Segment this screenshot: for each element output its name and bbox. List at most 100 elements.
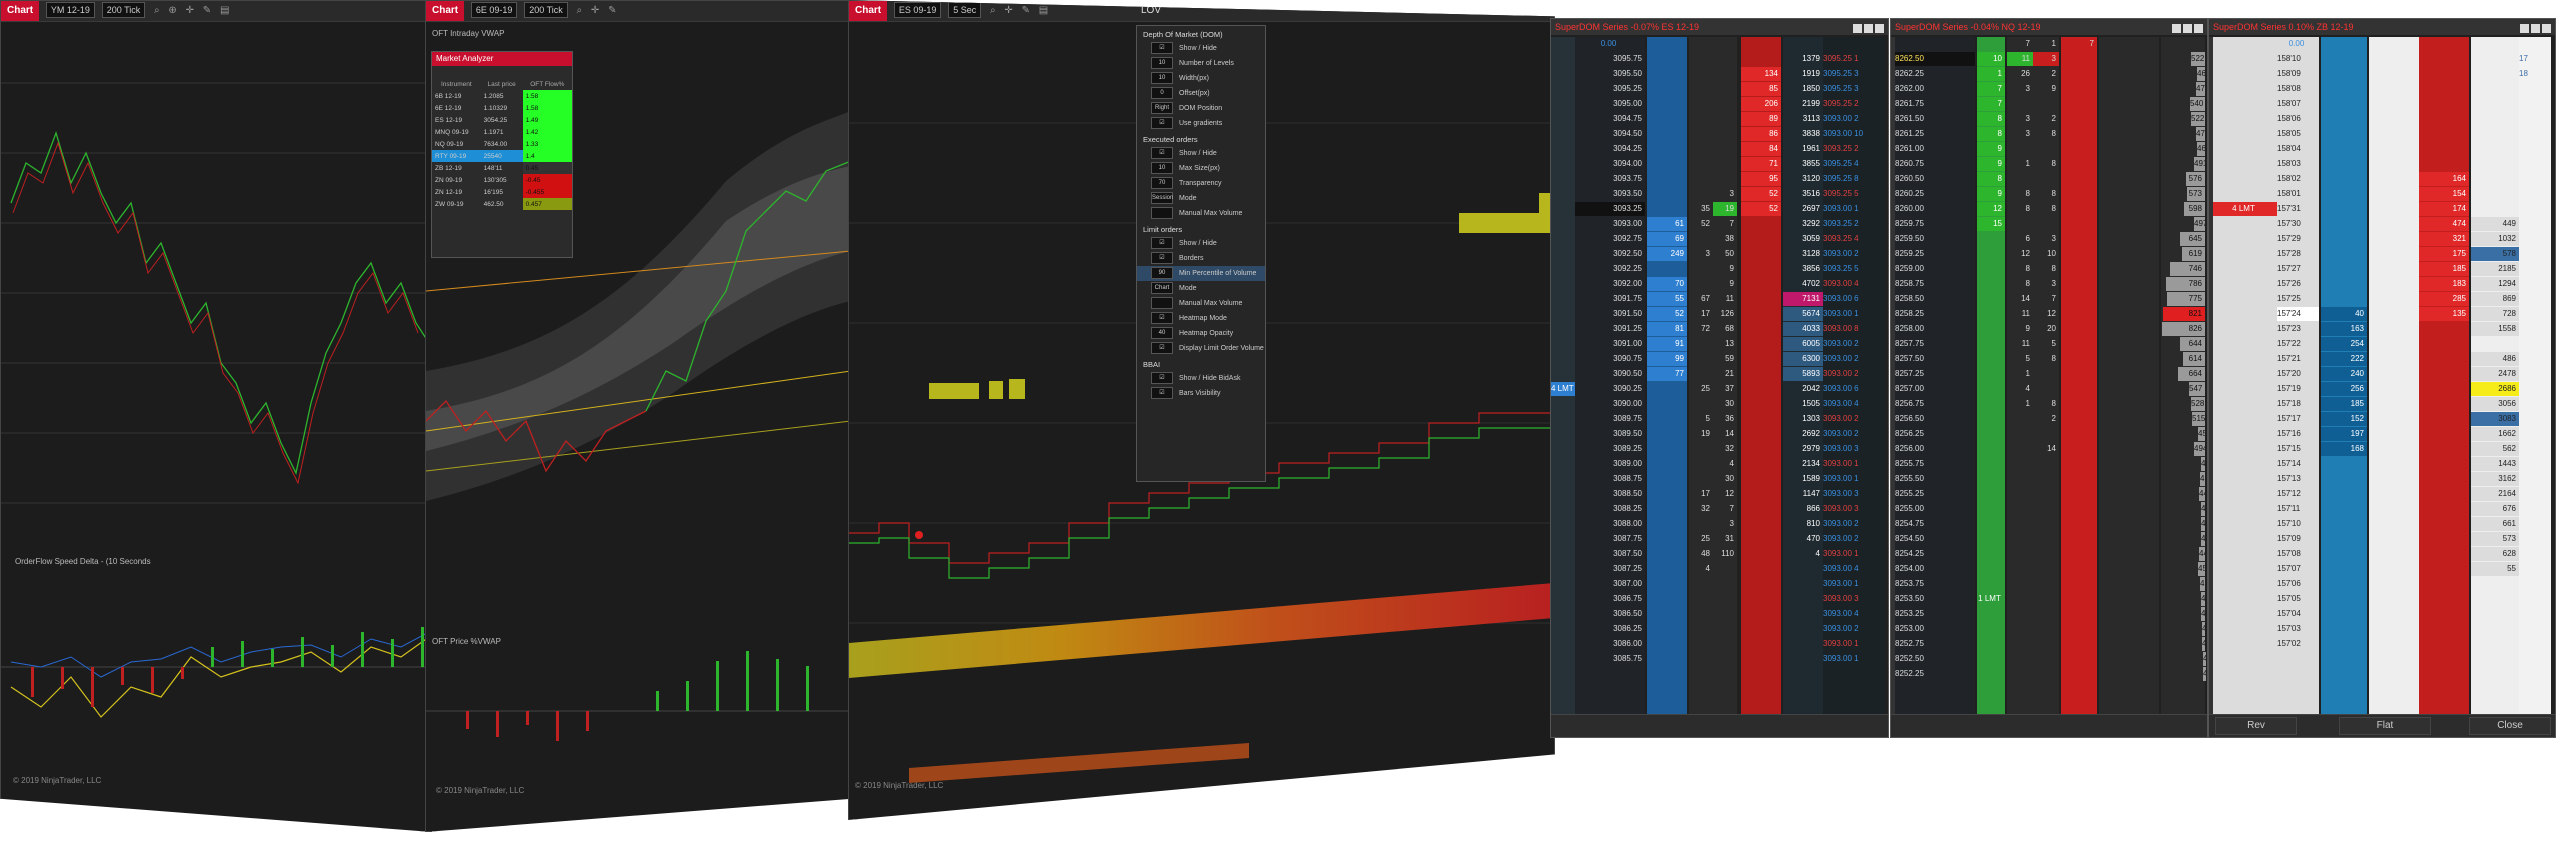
bid-cell[interactable]: 9 — [1977, 187, 2005, 201]
volume-cell[interactable]: 126 — [1713, 307, 1737, 321]
volume-cell[interactable]: 628 — [2471, 547, 2519, 561]
price-cell[interactable]: 157'09 — [2277, 532, 2319, 546]
chart-tag-2[interactable]: Chart — [426, 1, 465, 21]
ask-volume-cell[interactable]: 2134 — [1783, 457, 1823, 471]
close-position-button[interactable]: Close — [2469, 717, 2551, 735]
properties-row[interactable]: Right DOM Position — [1137, 101, 1265, 116]
ask-volume-cell[interactable]: 6005 — [1783, 337, 1823, 351]
last-trade-cell[interactable]: 3093.00 2 — [1823, 367, 1885, 381]
ask-cell[interactable]: 135 — [2419, 307, 2469, 321]
top-value[interactable]: 7 — [2007, 37, 2033, 51]
bid-cell[interactable]: 249 — [1647, 247, 1687, 261]
price-cell[interactable]: 157'17 — [2277, 412, 2319, 426]
ask-volume-cell[interactable]: 2692 — [1783, 427, 1823, 441]
ask-cell[interactable]: 175 — [2419, 247, 2469, 261]
price-cell[interactable]: 3093.25 — [1575, 202, 1645, 216]
volume-cell[interactable]: 8 — [2033, 397, 2059, 411]
volume-cell[interactable]: 11 — [2007, 337, 2033, 351]
volume-profile-cell[interactable]: 576 — [2186, 172, 2205, 186]
price-cell[interactable]: 8257.00 — [1895, 382, 1975, 396]
volume-cell[interactable]: 1 — [2007, 157, 2033, 171]
property-value-input[interactable]: ☑ — [1151, 147, 1173, 160]
last-trade-cell[interactable]: 3095.25 3 — [1823, 82, 1885, 96]
volume-cell[interactable]: 9 — [1713, 277, 1737, 291]
price-cell[interactable]: 8255.25 — [1895, 487, 1975, 501]
price-cell[interactable]: 8258.25 — [1895, 307, 1975, 321]
last-trade-cell[interactable]: 3093.00 2 — [1823, 427, 1885, 441]
volume-profile-cell[interactable]: 420 — [2201, 457, 2205, 471]
market-analyzer-row[interactable]: RTY 09-19 25540 1.4 — [432, 150, 572, 162]
col-last-price[interactable]: Last price — [481, 78, 523, 90]
price-cell[interactable]: 157'23 — [2277, 322, 2319, 336]
price-cell[interactable]: 3087.50 — [1575, 547, 1645, 561]
last-trade-cell[interactable]: 3093.00 4 — [1823, 397, 1885, 411]
price-cell[interactable]: 3093.50 — [1575, 187, 1645, 201]
property-value-input[interactable]: 70 — [1151, 177, 1173, 190]
last-trade-cell[interactable]: 3095.25 1 — [1823, 52, 1885, 66]
volume-cell[interactable]: 676 — [2471, 502, 2519, 516]
properties-row[interactable]: ☑ Display Limit Order Volume — [1137, 341, 1265, 356]
price-cell[interactable]: 3095.25 — [1575, 82, 1645, 96]
market-analyzer-row[interactable]: ZW 09-19 462.50 0.457 — [432, 198, 572, 210]
superdom-es[interactable]: SuperDOM Series -0.07% ES 12-19 4 LMT 0.0… — [1550, 18, 1889, 738]
superdom-ladder[interactable]: 4 LMT 0.00 3095.75 3095.50 3095.25 3095.00 309… — [1551, 37, 1888, 715]
property-value-input[interactable]: 40 — [1151, 327, 1173, 340]
property-value-input[interactable]: ☑ — [1151, 372, 1173, 385]
ask-volume-cell[interactable]: 3855 — [1783, 157, 1823, 171]
price-cell[interactable]: 8252.25 — [1895, 667, 1975, 681]
ask-volume-cell[interactable]: 3059 — [1783, 232, 1823, 246]
bid-cell[interactable]: 7 — [1977, 82, 2005, 96]
volume-cell[interactable]: 8 — [2007, 277, 2033, 291]
bid-cell[interactable]: 222 — [2321, 352, 2367, 366]
last-trade-cell[interactable]: 3093.00 4 — [1823, 277, 1885, 291]
ask-volume-cell[interactable]: 5674 — [1783, 307, 1823, 321]
last-trade-cell[interactable]: 3093.00 10 — [1823, 127, 1885, 141]
last-trade-cell[interactable]: 3093.25 2 — [1823, 217, 1885, 231]
properties-row[interactable]: ☑ Borders — [1137, 251, 1265, 266]
volume-cell[interactable]: 3056 — [2471, 397, 2519, 411]
volume-cell[interactable]: 2 — [2033, 67, 2059, 81]
volume-profile-cell[interactable]: 456 — [2198, 562, 2205, 576]
volume-cell[interactable]: 1558 — [2471, 322, 2519, 336]
crosshair-icon[interactable]: ✛ — [186, 1, 194, 21]
last-trade-cell[interactable]: 3093.00 4 — [1823, 607, 1885, 621]
price-cell[interactable]: 157'24 — [2277, 307, 2319, 321]
price-cell[interactable]: 8262.50 — [1895, 52, 1975, 66]
volume-cell[interactable]: 7 — [1713, 217, 1737, 231]
price-cell[interactable]: 8256.00 — [1895, 442, 1975, 456]
price-cell[interactable]: 8257.75 — [1895, 337, 1975, 351]
properties-row[interactable]: 10 Width(px) — [1137, 71, 1265, 86]
properties-row[interactable]: 70 Transparency — [1137, 176, 1265, 191]
price-cell[interactable]: 157'05 — [2277, 592, 2319, 606]
volume-profile-cell[interactable]: 515 — [2192, 412, 2205, 426]
volume-cell[interactable]: 8 — [2007, 187, 2033, 201]
price-cell[interactable]: 157'21 — [2277, 352, 2319, 366]
ask-volume-cell[interactable]: 3856 — [1783, 262, 1823, 276]
bid-cell[interactable]: 197 — [2321, 427, 2367, 441]
volume-cell[interactable]: 4 — [1689, 562, 1713, 576]
pnl-value[interactable]: 0.00 — [2277, 37, 2319, 51]
volume-cell[interactable]: 869 — [2471, 292, 2519, 306]
volume-profile-cell[interactable]: 491 — [2194, 157, 2205, 171]
ask-volume-cell[interactable]: 2697 — [1783, 202, 1823, 216]
order-label[interactable]: 4 LMT — [1551, 382, 1575, 396]
volume-cell[interactable]: 59 — [1713, 352, 1737, 366]
price-cell[interactable]: 3094.50 — [1575, 127, 1645, 141]
superdom-nq[interactable]: SuperDOM Series -0.04% NQ 12-19 8262.50 8… — [1890, 18, 2208, 738]
price-cell[interactable]: 8260.25 — [1895, 187, 1975, 201]
market-analyzer-window[interactable]: Market Analyzer Instrument Last price OF… — [431, 51, 573, 258]
price-cell[interactable]: 3090.00 — [1575, 397, 1645, 411]
volume-profile-cell[interactable]: 540 — [2190, 97, 2205, 111]
volume-cell[interactable]: 48 — [1689, 547, 1713, 561]
last-trade-cell[interactable]: 3093.00 1 — [1823, 472, 1885, 486]
property-value-input[interactable]: Session — [1151, 192, 1173, 205]
ask-cell[interactable]: 285 — [2419, 292, 2469, 306]
volume-cell[interactable]: 25 — [1689, 382, 1713, 396]
price-cell[interactable]: 3086.50 — [1575, 607, 1645, 621]
property-value-input[interactable]: ☑ — [1151, 387, 1173, 400]
drawing-tools-icon[interactable]: ✎ — [203, 1, 211, 21]
price-cell[interactable]: 158'06 — [2277, 112, 2319, 126]
price-cell[interactable]: 157'04 — [2277, 607, 2319, 621]
ask-volume-cell[interactable]: 1850 — [1783, 82, 1823, 96]
bid-cell[interactable]: 77 — [1647, 367, 1687, 381]
